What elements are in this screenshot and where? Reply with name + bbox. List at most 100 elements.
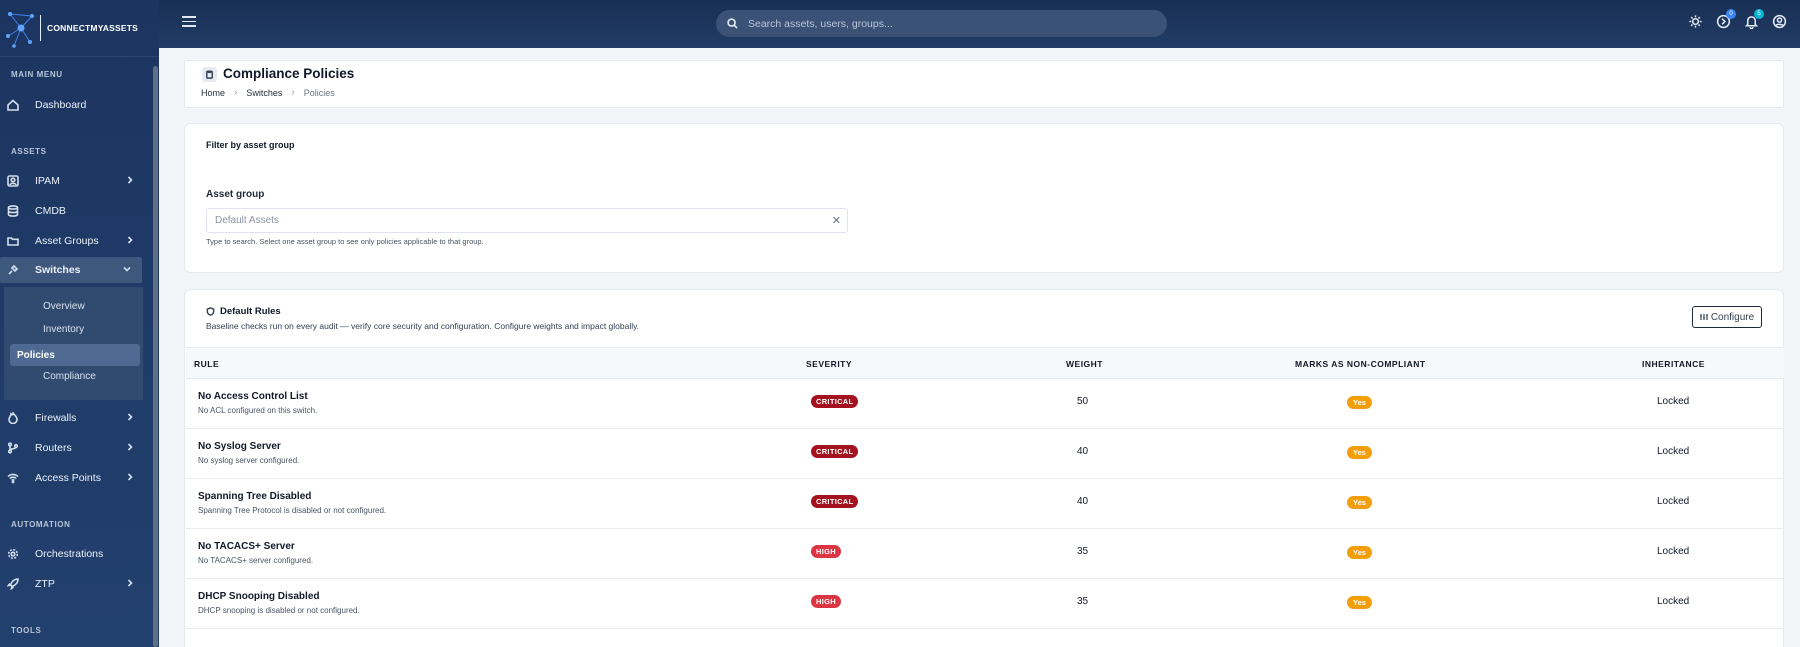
sidebar-item-routers[interactable]: Routers xyxy=(0,435,145,461)
chevron-right-icon xyxy=(125,442,137,454)
column-header-non-compliant[interactable]: MARKS AS NON-COMPLIANT xyxy=(1295,359,1426,369)
user-menu-button[interactable] xyxy=(1772,14,1788,30)
rules-title: Default Rules xyxy=(206,306,281,317)
configure-button-label: Configure xyxy=(1710,311,1755,323)
chevron-right-icon xyxy=(125,472,137,484)
rule-name: Spanning Tree Disabled xyxy=(198,491,312,502)
page-title: Compliance Policies xyxy=(223,66,355,81)
sidebar-item-label: Access Points xyxy=(35,472,101,484)
rule-description: No ACL configured on this switch. xyxy=(198,406,318,415)
theme-toggle-button[interactable] xyxy=(1688,14,1704,30)
sun-icon xyxy=(1689,15,1702,28)
switch-icon xyxy=(6,264,19,277)
sidebar-item-orchestrations[interactable]: Orchestrations xyxy=(0,541,145,567)
sidebar: CONNECTMYASSETS MAIN MENU Dashboard ASSE… xyxy=(0,0,159,647)
chevron-right-icon xyxy=(125,235,137,247)
rule-description: Spanning Tree Protocol is disabled or no… xyxy=(198,506,387,515)
severity-badge: HIGH xyxy=(811,595,841,608)
sidebar-item-dashboard[interactable]: Dashboard xyxy=(0,92,145,118)
submenu-item-compliance[interactable]: Compliance xyxy=(43,371,96,382)
table-row[interactable]: Spanning Tree Disabled Spanning Tree Pro… xyxy=(186,479,1784,529)
sidebar-item-label: Firewalls xyxy=(35,412,77,424)
column-header-weight[interactable]: WEIGHT xyxy=(1066,359,1103,369)
brand[interactable]: CONNECTMYASSETS xyxy=(0,0,159,57)
gear-icon xyxy=(6,548,19,561)
severity-badge: CRITICAL xyxy=(811,495,859,508)
rule-description: No syslog server configured. xyxy=(198,456,300,465)
sidebar-item-firewalls[interactable]: Firewalls xyxy=(0,405,145,431)
breadcrumb-separator-icon: › xyxy=(291,87,295,98)
router-icon xyxy=(6,442,19,455)
menu-toggle-icon[interactable] xyxy=(182,16,196,28)
chevron-down-icon xyxy=(122,264,134,276)
column-header-severity[interactable]: SEVERITY xyxy=(806,359,852,369)
submenu-item-overview[interactable]: Overview xyxy=(43,301,85,312)
column-header-rule[interactable]: RULE xyxy=(194,359,219,369)
search-bar[interactable] xyxy=(716,10,1167,37)
chevron-right-icon xyxy=(125,175,137,187)
table-row[interactable]: DHCP Snooping Disabled DHCP snooping is … xyxy=(186,579,1784,629)
rule-inheritance: Locked xyxy=(1657,396,1690,407)
rule-name: No Access Control List xyxy=(198,391,308,402)
breadcrumb-current: Policies xyxy=(303,87,335,98)
asset-group-help: Type to search. Select one asset group t… xyxy=(206,237,484,246)
breadcrumb-switches[interactable]: Switches xyxy=(246,88,282,98)
configure-button[interactable]: Configure xyxy=(1692,306,1762,328)
filter-card: Filter by asset group Asset group Defaul… xyxy=(184,123,1784,273)
home-icon xyxy=(6,99,19,112)
search-input[interactable] xyxy=(748,17,1148,30)
asset-group-label: Asset group xyxy=(206,189,265,200)
notifications-badge: 5 xyxy=(1754,9,1764,19)
sidebar-item-label: Orchestrations xyxy=(35,548,104,560)
rocket-icon xyxy=(6,578,19,591)
wifi-icon xyxy=(6,472,19,485)
non-compliant-badge: Yes xyxy=(1347,446,1372,459)
chevron-right-icon xyxy=(125,412,137,424)
table-row[interactable]: No Access Control List No ACL configured… xyxy=(186,379,1784,429)
breadcrumb-home[interactable]: Home xyxy=(201,88,225,98)
notifications-button[interactable]: 5 xyxy=(1744,9,1764,30)
sliders-icon xyxy=(1699,314,1708,320)
database-icon xyxy=(6,205,19,218)
folder-icon xyxy=(6,235,19,248)
user-icon xyxy=(1772,14,1787,29)
firewall-icon xyxy=(6,412,19,425)
clear-icon[interactable]: ✕ xyxy=(832,214,841,227)
sidebar-item-ztp[interactable]: ZTP xyxy=(0,571,145,597)
filter-title: Filter by asset group xyxy=(206,140,295,150)
sidebar-item-access-points[interactable]: Access Points xyxy=(0,465,145,491)
column-header-inheritance[interactable]: INHERITANCE xyxy=(1642,359,1705,369)
tasks-button[interactable]: 0 xyxy=(1716,9,1736,30)
tasks-badge: 0 xyxy=(1726,9,1736,19)
section-automation: AUTOMATION xyxy=(11,520,71,529)
rule-inheritance: Locked xyxy=(1657,546,1690,557)
submenu-item-policies[interactable]: Policies xyxy=(10,344,140,366)
rule-inheritance: Locked xyxy=(1657,496,1690,507)
section-tools: TOOLS xyxy=(11,626,42,635)
rule-inheritance: Locked xyxy=(1657,596,1690,607)
rule-name: No TACACS+ Server xyxy=(198,541,295,552)
non-compliant-badge: Yes xyxy=(1347,396,1372,409)
sidebar-item-label: Asset Groups xyxy=(35,235,99,247)
sidebar-item-label: Dashboard xyxy=(35,99,87,111)
brand-divider xyxy=(40,15,41,41)
sidebar-item-switches[interactable]: Switches xyxy=(0,257,142,283)
sidebar-item-label: ZTP xyxy=(35,578,55,590)
rules-description: Baseline checks run on every audit — ver… xyxy=(206,321,640,331)
logo-icon xyxy=(6,12,34,48)
clipboard-icon xyxy=(202,67,217,82)
rule-name: DHCP Snooping Disabled xyxy=(198,591,320,602)
sidebar-item-cmdb[interactable]: CMDB xyxy=(0,198,145,224)
rule-name: No Syslog Server xyxy=(198,441,281,452)
submenu-item-inventory[interactable]: Inventory xyxy=(43,324,84,335)
sidebar-item-asset-groups[interactable]: Asset Groups xyxy=(0,228,145,254)
sidebar-item-ipam[interactable]: IPAM xyxy=(0,168,145,194)
asset-group-input[interactable]: Default Assets ✕ xyxy=(206,208,848,233)
sidebar-item-label: Routers xyxy=(35,442,72,454)
non-compliant-badge: Yes xyxy=(1347,496,1372,509)
sidebar-item-label: CMDB xyxy=(35,205,66,217)
table-row[interactable]: No TACACS+ Server No TACACS+ server conf… xyxy=(186,529,1784,579)
rule-description: No TACACS+ server configured. xyxy=(198,556,314,565)
sidebar-scrollbar[interactable] xyxy=(153,66,158,647)
table-row[interactable]: No Syslog Server No syslog server config… xyxy=(186,429,1784,479)
